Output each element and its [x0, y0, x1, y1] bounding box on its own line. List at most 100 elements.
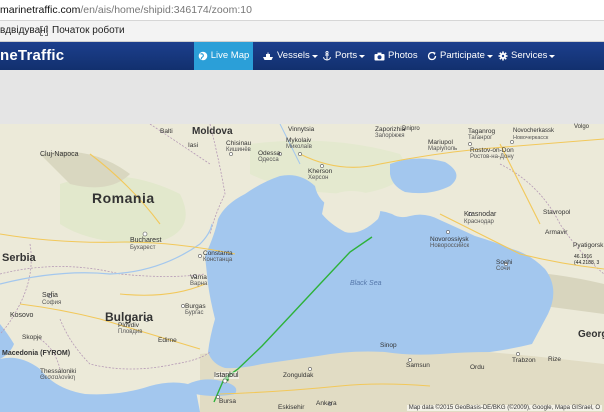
city-label: Plovdiv: [118, 322, 139, 329]
nav-vessels[interactable]: Vessels: [262, 42, 318, 70]
city-label: София: [42, 300, 62, 306]
city-label: Констанца: [203, 257, 233, 263]
city-label: Bucharest: [130, 237, 162, 244]
city-label: Sinop: [380, 342, 397, 349]
city-label: Sofia: [42, 292, 58, 299]
camera-icon: [374, 52, 385, 60]
url-path: /en/ais/home/shipid:346174/zoom:10: [80, 4, 252, 16]
url-domain: marinetraffic.com: [0, 4, 81, 16]
page-icon: [40, 26, 48, 36]
city-label: Thessaloniki: [40, 368, 77, 375]
site-brand-logo[interactable]: neTraffic: [0, 42, 64, 70]
nav-photos[interactable]: Photos: [374, 42, 418, 70]
nav-label: Live Map: [210, 50, 250, 61]
map-header-space: [0, 70, 604, 124]
city-label: Пловдив: [118, 329, 143, 335]
address-bar[interactable]: marinetraffic.com/en/ais/home/shipid:346…: [0, 0, 604, 21]
city-label: Varna: [190, 274, 207, 281]
city-label: Маріуполь: [428, 146, 458, 152]
country-label: Moldova: [192, 126, 233, 137]
city-label: Kherson: [308, 168, 333, 175]
nav-live-map[interactable]: Live Map: [194, 42, 253, 70]
refresh-icon: [427, 51, 437, 61]
city-label: Таганрог: [468, 135, 493, 141]
nav-label: Participate: [440, 50, 485, 61]
nav-label: Photos: [388, 50, 418, 61]
city-label: Кишинёв: [226, 147, 251, 153]
site-navbar: neTraffic Live Map Vessels Ports Photos …: [0, 42, 604, 70]
city-label: Stavropol: [543, 209, 571, 216]
city-label: Novocherkassk: [513, 128, 555, 134]
coords-line: (44.2188, 3: [574, 260, 600, 266]
country-label: Macedonia (FYROM): [2, 350, 71, 357]
city-label: Istanbul: [214, 372, 239, 379]
nav-label: Services: [511, 50, 548, 61]
bookmarks-bar: вдвідувані Початок роботи: [0, 21, 604, 42]
city-label: Ростов-на-Дону: [470, 154, 514, 160]
city-label: Pyatigorsk: [573, 242, 604, 249]
city-label: Ankara: [316, 400, 337, 407]
city-label: Eskisehir: [278, 404, 305, 411]
country-label: Kosovo: [10, 312, 34, 319]
city-label: Mykolaiv: [286, 137, 312, 144]
city-label: Volgo: [574, 124, 590, 130]
city-label: Краснодар: [464, 219, 494, 225]
city-label: Taganrog: [468, 128, 496, 135]
city-label: Iasi: [188, 142, 199, 149]
city-label: Chisinau: [226, 140, 252, 147]
bookmark-getting-started[interactable]: Початок роботи: [40, 21, 125, 41]
nav-participate[interactable]: Participate: [427, 42, 493, 70]
globe-icon: [198, 51, 208, 61]
live-map[interactable]: Moldova Romania Serbia Bulgaria Macedoni…: [0, 124, 604, 412]
nav-label: Ports: [335, 50, 358, 61]
city-label: Новочеркасск: [513, 135, 549, 141]
city-label: Sochi: [496, 259, 513, 266]
city-label: Balti: [160, 128, 173, 135]
city-label: Mariupol: [428, 139, 453, 146]
map-attribution[interactable]: Map data ©2015 GeoBasis-DE/BKG (©2009), …: [406, 405, 602, 411]
city-label: Новороссийск: [430, 243, 470, 249]
chevron-down-icon: [311, 54, 318, 58]
city-label: Cluj-Napoca: [40, 151, 79, 158]
ship-icon: [263, 52, 273, 60]
country-label: Serbia: [2, 252, 36, 264]
city-label: Rize: [548, 356, 562, 363]
city-label: Zonguldak: [283, 372, 314, 379]
country-label: Georg: [578, 329, 604, 340]
city-label: Dnipro: [402, 126, 420, 132]
nav-ports[interactable]: Ports: [322, 42, 366, 70]
nav-label: Vessels: [277, 50, 310, 61]
city-label: Запоріжжя: [375, 133, 405, 139]
coordinates-readout: 46.1916 (44.2188, 3: [574, 254, 599, 266]
sea-label: Black Sea: [350, 280, 382, 287]
city-label: Бургас: [185, 310, 204, 316]
city-label: Rostov-on-Don: [470, 147, 514, 154]
city-label: Одесса: [258, 157, 279, 163]
city-label: Trabzon: [512, 357, 536, 364]
anchor-icon: [323, 51, 331, 61]
city-label: Constanta: [203, 250, 233, 257]
city-label: Armavir: [545, 229, 568, 236]
gear-icon: [498, 51, 508, 61]
city-label: Θεσσαλονίκη: [40, 375, 76, 381]
country-label: Romania: [92, 190, 155, 206]
city-label: Skopje: [22, 334, 42, 341]
city-label: Novorossiysk: [430, 236, 469, 243]
city-label: Bursa: [219, 398, 236, 405]
city-label: Odessa: [258, 150, 281, 157]
city-label: Бухарест: [130, 245, 156, 251]
city-label: Ordu: [470, 364, 485, 371]
city-label: Burgas: [185, 303, 206, 310]
city-label: Edirne: [158, 337, 177, 344]
city-label: Vinnytsia: [288, 126, 315, 133]
city-label: Херсон: [308, 175, 329, 181]
nav-services[interactable]: Services: [498, 42, 556, 70]
city-label: Krasnodar: [464, 211, 497, 218]
bookmark-label: Початок роботи: [52, 25, 125, 36]
city-label: Сочи: [496, 266, 511, 272]
city-label: Samsun: [406, 362, 430, 369]
city-label: Zaporizhia: [375, 126, 406, 133]
city-label: Варна: [190, 281, 208, 287]
chevron-down-icon: [486, 54, 493, 58]
city-label: Миколаїв: [286, 144, 312, 150]
